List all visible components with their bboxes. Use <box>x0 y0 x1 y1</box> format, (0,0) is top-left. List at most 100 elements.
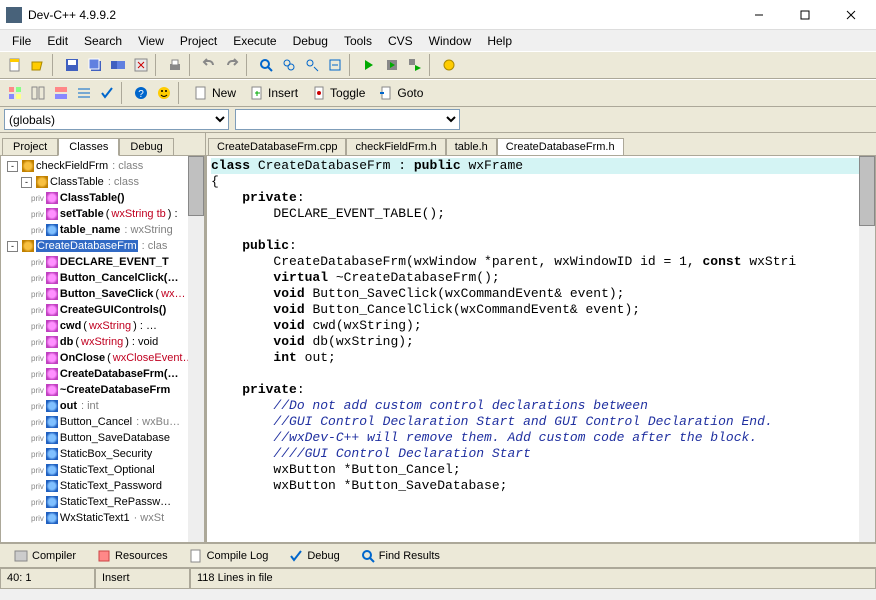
separator <box>178 82 184 104</box>
minimize-button[interactable] <box>736 0 782 30</box>
menu-tools[interactable]: Tools <box>336 32 380 50</box>
bottom-tab-label: Resources <box>115 550 168 562</box>
meta-label: · wxSt <box>134 512 165 524</box>
view-full-icon[interactable] <box>50 82 72 104</box>
tree-toggle-icon[interactable]: - <box>21 177 32 188</box>
scope-combo[interactable]: (globals) <box>4 109 229 130</box>
view-grid-icon[interactable] <box>4 82 26 104</box>
editor-tab[interactable]: CreateDatabaseFrm.h <box>497 138 624 156</box>
code-editor[interactable]: class CreateDatabaseFrm : public wxFrame… <box>206 155 876 543</box>
bottom-tab-icon <box>288 548 304 564</box>
print-icon[interactable] <box>164 54 186 76</box>
view-tile-icon[interactable] <box>27 82 49 104</box>
tree-row[interactable]: privClassTable() <box>3 190 202 206</box>
about-icon[interactable] <box>153 82 175 104</box>
tree-row[interactable]: privDECLARE_EVENT_T <box>3 254 202 270</box>
menu-file[interactable]: File <box>4 32 39 50</box>
class-icon <box>22 240 34 252</box>
class-combo[interactable] <box>235 109 460 130</box>
method-icon <box>46 192 58 204</box>
tree-row[interactable]: privWxStaticText1 · wxSt <box>3 510 202 526</box>
view-list-icon[interactable] <box>73 82 95 104</box>
menu-cvs[interactable]: CVS <box>380 32 421 50</box>
tree-row[interactable]: privtable_name : wxString <box>3 222 202 238</box>
menu-search[interactable]: Search <box>76 32 130 50</box>
bottom-tab-debug[interactable]: Debug <box>279 545 348 567</box>
goto-button[interactable]: Goto <box>372 82 429 104</box>
undo-icon[interactable] <box>198 54 220 76</box>
menu-execute[interactable]: Execute <box>225 32 284 50</box>
tree-item-label: setTable <box>60 208 104 220</box>
tree-row[interactable]: privStaticText_Password <box>3 478 202 494</box>
menu-view[interactable]: View <box>130 32 172 50</box>
redo-icon[interactable] <box>221 54 243 76</box>
toggle-button[interactable]: Toggle <box>305 82 371 104</box>
close-button[interactable] <box>828 0 874 30</box>
editor-tab[interactable]: checkFieldFrm.h <box>346 138 445 155</box>
open-icon[interactable] <box>27 54 49 76</box>
tree-row[interactable]: privButton_CancelClick(… <box>3 270 202 286</box>
compile-icon[interactable] <box>358 54 380 76</box>
tree-scrollbar[interactable] <box>188 156 204 542</box>
menu-debug[interactable]: Debug <box>285 32 336 50</box>
left-tab-debug[interactable]: Debug <box>119 138 173 155</box>
close-file-icon[interactable] <box>130 54 152 76</box>
tree-row[interactable]: privStaticText_Optional <box>3 462 202 478</box>
goto-line-icon[interactable] <box>324 54 346 76</box>
tree-row[interactable]: privOnClose(wxCloseEvent… <box>3 350 202 366</box>
tree-toggle-icon[interactable]: - <box>7 161 18 172</box>
tree-row[interactable]: -ClassTable: class <box>3 174 202 190</box>
new-button[interactable]: New <box>187 82 242 104</box>
method-icon <box>46 304 58 316</box>
menu-window[interactable]: Window <box>421 32 480 50</box>
maximize-button[interactable] <box>782 0 828 30</box>
new-file-icon[interactable] <box>4 54 26 76</box>
editor-tab[interactable]: CreateDatabaseFrm.cpp <box>208 138 346 155</box>
menu-help[interactable]: Help <box>479 32 520 50</box>
separator <box>246 54 252 76</box>
bottom-tab-find-results[interactable]: Find Results <box>351 545 449 567</box>
compile-run-icon[interactable] <box>404 54 426 76</box>
tree-row[interactable]: privButton_SaveClick(wx… <box>3 286 202 302</box>
help-icon[interactable]: ? <box>130 82 152 104</box>
field-icon <box>46 400 58 412</box>
tree-row[interactable]: -checkFieldFrm: class <box>3 158 202 174</box>
bottom-tab-label: Compile Log <box>207 550 269 562</box>
replace-icon[interactable] <box>278 54 300 76</box>
insert-button[interactable]: Insert <box>243 82 304 104</box>
class-browser[interactable]: -checkFieldFrm: class-ClassTable: classp… <box>0 155 205 543</box>
tree-row[interactable]: privStaticText_RePassw… <box>3 494 202 510</box>
bottom-tab-compiler[interactable]: Compiler <box>4 545 85 567</box>
private-badge: priv <box>31 450 44 459</box>
tree-row[interactable]: privStaticBox_Security <box>3 446 202 462</box>
tree-row[interactable]: privdb(wxString) : void <box>3 334 202 350</box>
tree-row[interactable]: privButton_Cancel : wxBu… <box>3 414 202 430</box>
tree-row[interactable]: privcwd(wxString) : … <box>3 318 202 334</box>
tree-row[interactable]: privsetTable(wxString tb) : <box>3 206 202 222</box>
save-all-icon[interactable] <box>84 54 106 76</box>
private-badge: priv <box>31 322 44 331</box>
tree-row[interactable]: privCreateDatabaseFrm(… <box>3 366 202 382</box>
editor-tab[interactable]: table.h <box>446 138 497 155</box>
tree-row[interactable]: -CreateDatabaseFrm: clas <box>3 238 202 254</box>
menu-project[interactable]: Project <box>172 32 225 50</box>
left-tab-classes[interactable]: Classes <box>58 138 119 156</box>
editor-scrollbar[interactable] <box>859 156 875 542</box>
save-icon[interactable] <box>61 54 83 76</box>
tree-row[interactable]: privout : int <box>3 398 202 414</box>
save-project-icon[interactable] <box>107 54 129 76</box>
private-badge: priv <box>31 514 44 523</box>
debug-icon[interactable] <box>438 54 460 76</box>
run-icon[interactable] <box>381 54 403 76</box>
check-icon[interactable] <box>96 82 118 104</box>
left-tab-project[interactable]: Project <box>2 138 58 155</box>
tree-row[interactable]: priv~CreateDatabaseFrm <box>3 382 202 398</box>
bottom-tab-resources[interactable]: Resources <box>87 545 177 567</box>
bottom-tab-compile-log[interactable]: Compile Log <box>179 545 278 567</box>
tree-row[interactable]: privCreateGUIControls() <box>3 302 202 318</box>
tree-row[interactable]: privButton_SaveDatabase <box>3 430 202 446</box>
tree-toggle-icon[interactable]: - <box>7 241 18 252</box>
menu-edit[interactable]: Edit <box>39 32 76 50</box>
find-next-icon[interactable] <box>301 54 323 76</box>
find-icon[interactable] <box>255 54 277 76</box>
